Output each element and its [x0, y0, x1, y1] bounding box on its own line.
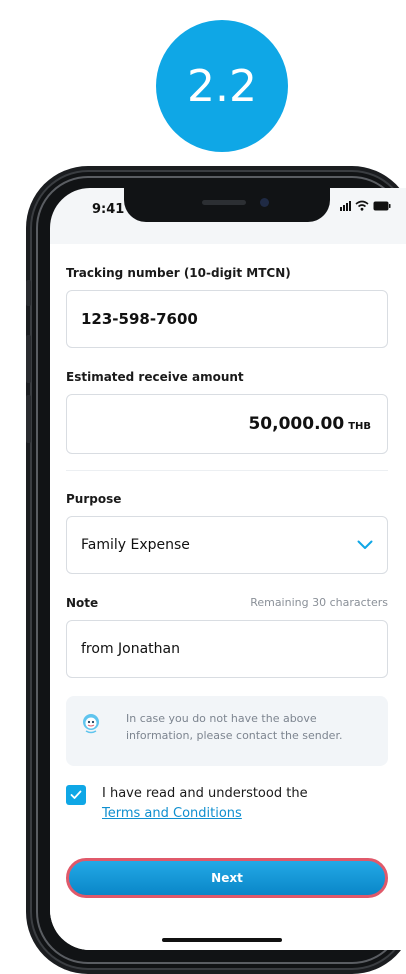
purpose-value: Family Expense: [81, 537, 190, 553]
terms-text-block: I have read and understood the Terms and…: [102, 784, 308, 824]
note-input[interactable]: from Jonathan: [66, 620, 388, 678]
terms-checkbox[interactable]: [66, 785, 86, 805]
form-content: Tracking number (10-digit MTCN) 123-598-…: [50, 244, 406, 950]
note-label-row: Note Remaining 30 characters: [66, 596, 388, 610]
checkmark-icon: [70, 790, 82, 799]
signal-icon: [340, 201, 351, 211]
speaker: [202, 200, 246, 205]
tracking-number-label: Tracking number (10-digit MTCN): [66, 266, 291, 280]
tracking-number-input[interactable]: 123-598-7600: [66, 290, 388, 348]
volume-down-button: [26, 395, 31, 443]
status-icons: [340, 200, 391, 211]
notch: [124, 188, 330, 222]
estimated-amount-label: Estimated receive amount: [66, 370, 244, 384]
info-box: In case you do not have the above inform…: [66, 696, 388, 766]
tracking-number-value: 123-598-7600: [81, 310, 198, 328]
terms-text: I have read and understood the: [102, 786, 308, 801]
info-text: In case you do not have the above inform…: [126, 712, 343, 742]
wifi-icon: [355, 200, 369, 211]
status-time: 9:41: [92, 202, 125, 217]
purpose-select[interactable]: Family Expense: [66, 516, 388, 574]
volume-up-button: [26, 335, 31, 383]
note-label: Note: [66, 596, 99, 610]
mascot-icon: [83, 714, 99, 734]
step-badge: 2.2: [156, 20, 288, 152]
currency-label: THB: [348, 421, 371, 432]
terms-link[interactable]: Terms and Conditions: [102, 804, 308, 824]
next-button[interactable]: Next: [66, 858, 388, 898]
chevron-down-icon: [357, 540, 373, 549]
remaining-characters: Remaining 30 characters: [250, 596, 388, 609]
phone-frame: 9:41 Tracking number (10-digit MTCN) 123…: [26, 170, 406, 970]
phone-screen: 9:41 Tracking number (10-digit MTCN) 123…: [50, 188, 406, 950]
estimated-amount-field: 50,000.00 THB: [66, 394, 388, 454]
screen-root: 2.2 9:41 Tracking number (10-digit MTCN)…: [0, 0, 406, 974]
section-divider: [66, 470, 388, 471]
step-number: 2.2: [187, 60, 257, 112]
amount-value-wrap: 50,000.00 THB: [248, 414, 371, 434]
mute-switch: [26, 280, 31, 306]
front-camera: [260, 198, 269, 207]
amount-value: 50,000.00: [248, 414, 345, 434]
purpose-label: Purpose: [66, 492, 122, 506]
battery-icon: [373, 201, 391, 211]
note-value: from Jonathan: [81, 641, 180, 657]
home-indicator: [162, 938, 282, 942]
